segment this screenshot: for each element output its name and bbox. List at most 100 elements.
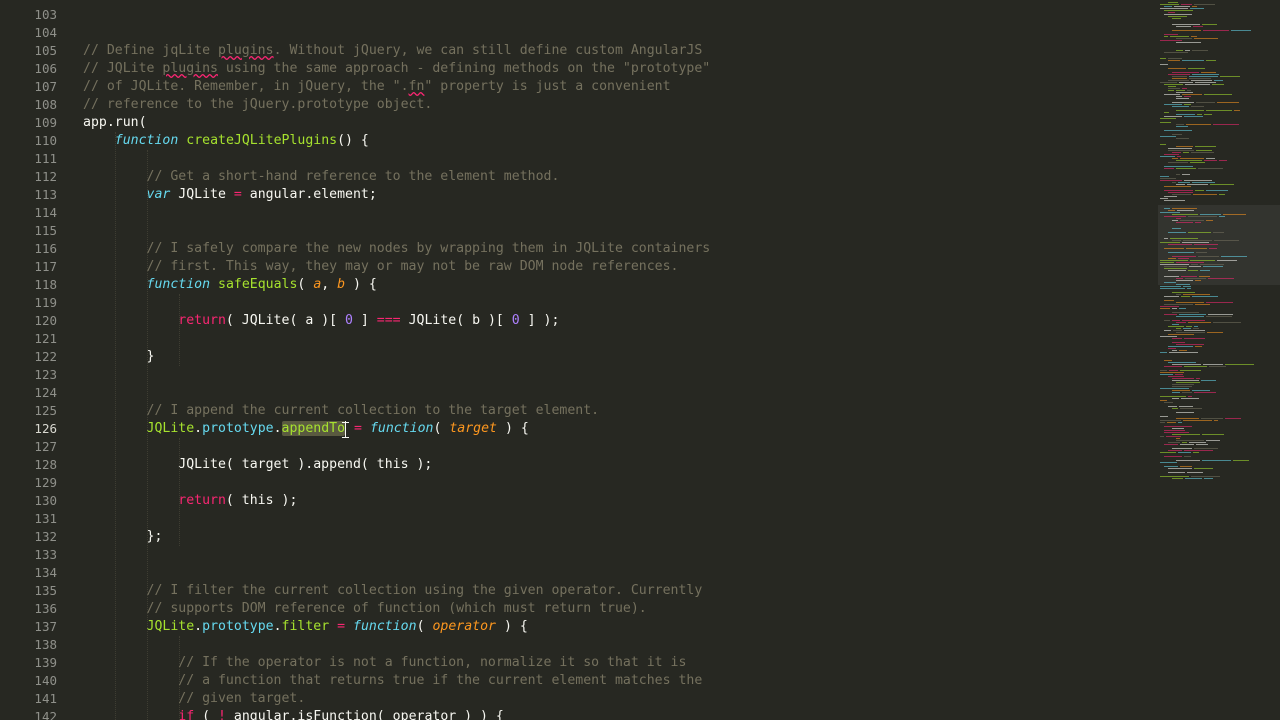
minimap-line: [1182, 88, 1187, 89]
code-line[interactable]: app.run(: [83, 114, 147, 132]
minimap-line: [1160, 452, 1176, 453]
minimap-line: [1168, 210, 1175, 211]
minimap-line: [1187, 472, 1203, 473]
code-line[interactable]: // supports DOM reference of function (w…: [83, 600, 647, 618]
minimap-line: [1164, 216, 1186, 217]
code-line[interactable]: var JQLite = angular.element;: [83, 186, 377, 204]
minimap-line: [1164, 94, 1180, 95]
code-token: JQLite: [146, 619, 195, 634]
minimap-line: [1164, 200, 1185, 201]
code-token: ) {: [497, 421, 529, 436]
minimap-line: [1160, 352, 1167, 353]
code-line[interactable]: function safeEquals( a, b ) {: [83, 276, 377, 294]
code-line[interactable]: function createJQLitePlugins() {: [83, 132, 369, 150]
code-editor[interactable]: 103 104 105 106 107 108 109 110 111 112 113 114 115 1…: [0, 0, 1280, 720]
code-line[interactable]: }: [83, 348, 155, 366]
code-token: // first. This way, they may or may not …: [146, 259, 679, 274]
minimap-line: [1164, 402, 1173, 403]
minimap-line: [1160, 118, 1176, 119]
code-line[interactable]: // Define jqLite plugins. Without jQuery…: [83, 42, 702, 60]
minimap-line: [1206, 190, 1228, 191]
minimap-line: [1195, 304, 1210, 305]
minimap-line: [1172, 134, 1182, 135]
minimap-line: [1160, 4, 1179, 5]
minimap-line: [1164, 10, 1193, 11]
minimap-line: [1192, 50, 1208, 51]
minimap-line: [1175, 374, 1183, 375]
minimap-line: [1168, 442, 1180, 443]
code-line[interactable]: // Get a short-hand reference to the ele…: [83, 168, 560, 186]
minimap-line: [1203, 30, 1229, 31]
minimap-line: [1168, 468, 1192, 469]
code-line[interactable]: // of JQLite. Remember, in jQuery, the "…: [83, 78, 671, 96]
minimap-line: [1172, 308, 1177, 309]
minimap-viewport[interactable]: [1158, 205, 1280, 285]
minimap-line: [1160, 82, 1177, 83]
code-line[interactable]: // reference to the jQuery.prototype obj…: [83, 96, 432, 114]
minimap-line: [1176, 438, 1180, 439]
code-line[interactable]: // a function that returns true if the c…: [83, 672, 702, 690]
minimap-line: [1193, 452, 1199, 453]
code-line[interactable]: JQLite.prototype.filter = function( oper…: [83, 618, 528, 636]
code-line[interactable]: return( JQLite( a )[ 0 ] === JQLite( b )…: [83, 312, 559, 330]
indent-guide: [179, 636, 180, 720]
minimap-line: [1185, 478, 1202, 479]
minimap-line: [1172, 220, 1178, 221]
minimap-line: [1176, 92, 1193, 93]
minimap-line: [1176, 460, 1200, 461]
minimap-line: [1164, 238, 1168, 239]
minimap-line: [1183, 286, 1191, 287]
minimap-line: [1172, 408, 1178, 409]
code-line[interactable]: };: [83, 528, 163, 546]
code-token: // If the operator is not a function, no…: [178, 655, 687, 670]
code-line[interactable]: // given target.: [83, 690, 305, 708]
code-line[interactable]: // I filter the current collection using…: [83, 582, 703, 600]
code-token: // I filter the current collection using…: [146, 583, 703, 598]
minimap-line: [1160, 388, 1189, 389]
minimap-line: [1172, 240, 1181, 241]
code-line[interactable]: JQLite( target ).append( this );: [83, 456, 432, 474]
minimap-line: [1172, 312, 1199, 313]
indent-guide: [147, 150, 148, 720]
code-token: (: [297, 277, 314, 292]
minimap-line: [1160, 436, 1164, 437]
minimap-line: [1168, 334, 1194, 335]
code-line[interactable]: // first. This way, they may or may not …: [83, 258, 679, 276]
minimap-line: [1182, 60, 1204, 61]
code-line[interactable]: // If the operator is not a function, no…: [83, 654, 686, 672]
minimap-line: [1164, 208, 1170, 209]
minimap-line: [1172, 390, 1190, 391]
minimap-line: [1172, 24, 1200, 25]
minimap[interactable]: [1152, 0, 1280, 720]
minimap-line: [1164, 426, 1192, 427]
code-line[interactable]: // JQLite plugins using the same approac…: [83, 60, 710, 78]
code-line[interactable]: JQLite.prototype.appendTo = function( ta…: [83, 420, 529, 438]
code-line[interactable]: // I append the current collection to th…: [83, 402, 600, 420]
minimap-line: [1167, 422, 1176, 423]
minimap-line: [1209, 366, 1226, 367]
code-token: =: [337, 619, 346, 634]
minimap-line: [1233, 460, 1249, 461]
minimap-line: [1184, 338, 1205, 339]
minimap-line: [1193, 26, 1203, 27]
minimap-line: [1200, 270, 1210, 271]
minimap-line: [1197, 114, 1202, 115]
minimap-line: [1219, 194, 1225, 195]
minimap-line: [1160, 462, 1177, 463]
indent-guide: [115, 132, 116, 720]
minimap-line: [1186, 326, 1192, 327]
minimap-line: [1160, 136, 1176, 137]
minimap-line: [1172, 324, 1179, 325]
code-token: target: [449, 421, 497, 436]
code-area[interactable]: // Define jqLite plugins. Without jQuery…: [0, 0, 1150, 720]
minimap-line: [1164, 36, 1168, 37]
code-line[interactable]: // I safely compare the new nodes by wra…: [83, 240, 711, 258]
minimap-line: [1176, 412, 1194, 413]
minimap-line: [1164, 84, 1183, 85]
minimap-line: [1214, 420, 1218, 421]
minimap-line: [1164, 314, 1177, 315]
code-token: return: [178, 313, 226, 328]
